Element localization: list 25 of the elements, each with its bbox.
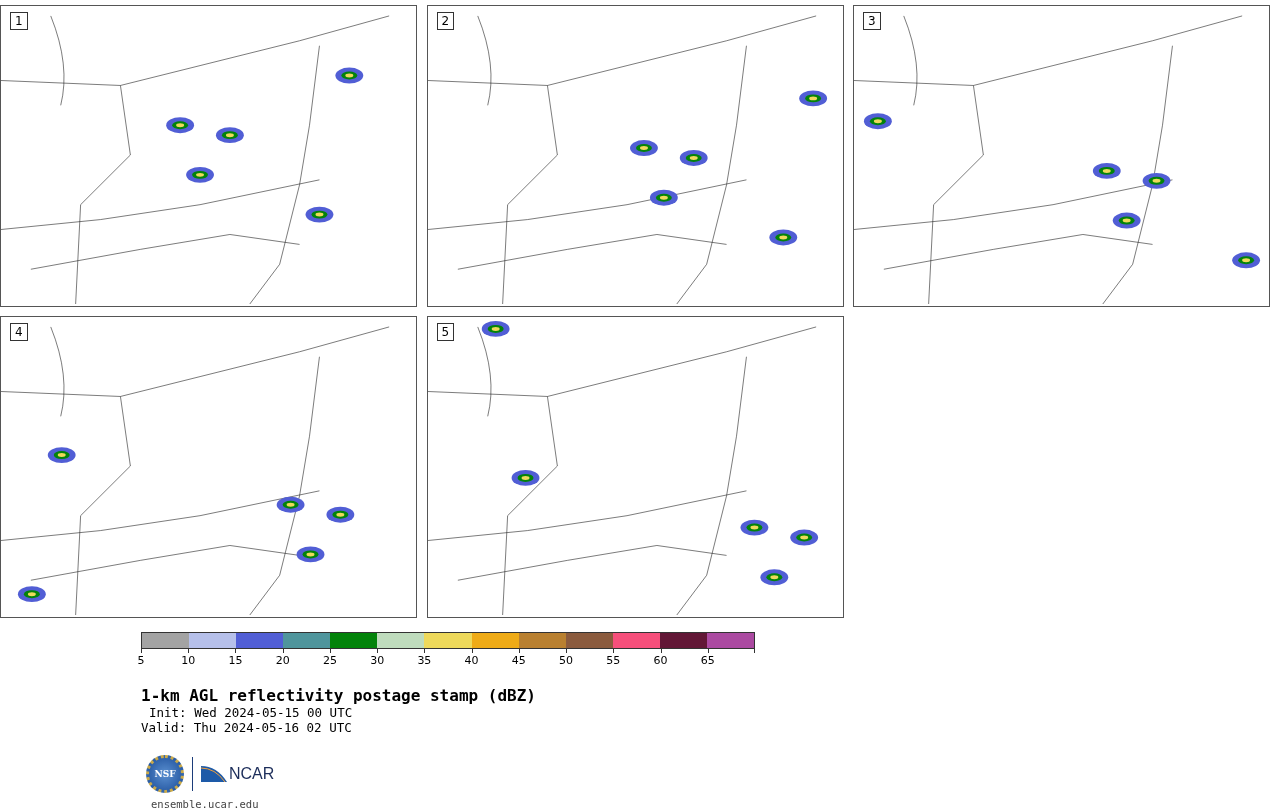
seal-logo: NSF [146, 755, 184, 793]
arc-logo-icon [201, 764, 227, 784]
tick-label: 20 [275, 654, 290, 667]
tick-label: 60 [653, 654, 668, 667]
tick-label: 55 [606, 654, 621, 667]
logo-wordmark: NCAR [229, 765, 275, 783]
valid-time: Valid: Thu 2024-05-16 02 UTC [141, 720, 353, 735]
init-time: Init: Wed 2024-05-15 00 UTC [148, 705, 354, 720]
tick-label: 10 [181, 654, 196, 667]
panel-number: 3 [863, 12, 881, 30]
chart-title: 1-km AGL reflectivity postage stamp (dBZ) [141, 686, 537, 705]
panel-number: 2 [436, 12, 455, 30]
tick-label: 15 [228, 654, 243, 667]
tick-label: 65 [700, 654, 715, 667]
tick-label: 40 [464, 654, 479, 667]
panel-number: 1 [10, 12, 28, 30]
tick-label: 30 [370, 654, 385, 667]
tick-label: 5 [137, 654, 145, 667]
tick-label: 50 [559, 654, 574, 667]
website-url: ensemble.ucar.edu [151, 798, 260, 809]
tick-label: 45 [511, 654, 526, 667]
panel-number: 5 [436, 323, 455, 341]
tick-label: 25 [322, 654, 337, 667]
panel-number: 4 [10, 323, 28, 341]
tick-label: 35 [417, 654, 432, 667]
